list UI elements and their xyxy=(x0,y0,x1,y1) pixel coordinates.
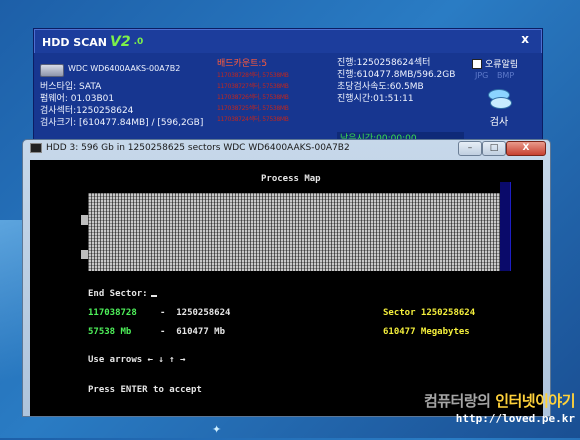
console-window: HDD 3: 596 Gb in 1250258625 sectors WDC … xyxy=(22,139,551,417)
end-sector-value: - 1250258624 xyxy=(160,308,231,318)
info-line: 펌웨어: 01.03B01 xyxy=(40,94,115,104)
hdd-scan-body: WDC WD6400AAKS-00A7B2 버스타입: SATA 펌웨어: 01… xyxy=(34,53,542,146)
close-button[interactable]: X xyxy=(506,141,546,156)
watermark-highlight: 인터넷이야기 xyxy=(495,392,575,410)
drive-info: 버스타입: SATA 펌웨어: 01.03B01 검사섹터:1250258624… xyxy=(40,81,203,129)
hdd-scan-window: HDD SCAN V2.0 x WDC WD6400AAKS-00A7B2 버스… xyxy=(33,28,543,146)
scan-button-label: 검사 xyxy=(489,117,509,128)
console-title: HDD 3: 596 Gb in 1250258625 sectors WDC … xyxy=(46,143,350,153)
progress-line: 초당검사속도:60.5MB xyxy=(337,82,424,92)
console-screen[interactable]: Process Map End Sector: 117038728 - 1250… xyxy=(30,160,543,416)
bad-sector-row: 117038724섹터, 57538MB xyxy=(217,116,289,123)
watermark-name: 컴퓨터랑의 xyxy=(423,392,496,410)
format-options: JPG BMP xyxy=(475,71,514,80)
info-line: 검사크기: [610477.84MB] / [596,2GB] xyxy=(40,118,204,128)
process-map-edge xyxy=(500,182,511,271)
drive-model: WDC WD6400AAKS-00A7B2 xyxy=(68,64,181,73)
start-sector-value: 117038728 xyxy=(88,308,137,318)
progress-line: 진행:610477.8MB/596.2GB xyxy=(337,70,456,80)
hdd-scan-title: HDD SCAN xyxy=(42,35,108,49)
bad-sector-row: 117038726섹터, 57538MB xyxy=(217,94,289,101)
version-sub: .0 xyxy=(133,37,144,47)
watermark-url: http://loved.pe.kr xyxy=(455,412,575,425)
console-title-bar: HDD 3: 596 Gb in 1250258625 sectors WDC … xyxy=(30,143,350,153)
enter-hint: Press ENTER to accept xyxy=(88,385,202,395)
version-main: V2 xyxy=(110,34,131,50)
end-mb-value: - 610477 Mb xyxy=(160,327,226,337)
progress-line: 진행:1250258624섹터 xyxy=(337,58,431,68)
disk-scan-icon xyxy=(486,87,512,111)
map-block xyxy=(81,215,88,225)
sector-total: Sector 1250258624 xyxy=(383,308,476,318)
progress-info: 진행:1250258624섹터 진행:610477.8MB/596.2GB 초당… xyxy=(337,57,455,105)
arrows-hint: Use arrows ← ↓ ↑ → xyxy=(88,355,186,365)
bad-sector-row: 117038727섹터, 57538MB xyxy=(217,83,289,90)
end-sector-label: End Sector: xyxy=(88,289,148,299)
map-block xyxy=(81,250,88,259)
start-mb-value: 57538 Mb xyxy=(88,327,132,337)
bad-sector-row: 117038725섹터, 57538MB xyxy=(217,105,289,112)
process-map-grid xyxy=(88,193,500,271)
process-map-title: Process Map xyxy=(261,174,321,184)
desktop-sparkle: ✦ xyxy=(212,423,222,436)
checkbox-box[interactable] xyxy=(472,58,482,69)
text-cursor xyxy=(150,295,157,297)
bad-sector-list: 배드카운트:5 117038728섹터, 57538MB 117038727섹터… xyxy=(217,58,289,125)
hdd-scan-title-bar: HDD SCAN V2.0 xyxy=(42,33,143,51)
watermark: 컴퓨터랑의 인터넷이야기 http://loved.pe.kr xyxy=(380,390,576,425)
bad-sector-row: 117038728섹터, 57538MB xyxy=(217,72,289,79)
minimize-button[interactable]: – xyxy=(458,141,482,156)
format-bmp[interactable]: BMP xyxy=(497,71,514,80)
hdd-scan-close-button[interactable]: x xyxy=(521,32,529,46)
format-jpg[interactable]: JPG xyxy=(475,71,488,80)
hard-disk-icon xyxy=(40,64,64,77)
end-sector-prompt: End Sector: xyxy=(88,289,157,299)
info-line: 검사섹터:1250258624 xyxy=(40,106,134,116)
watermark-title: 컴퓨터랑의 인터넷이야기 xyxy=(380,390,576,411)
info-line: 버스타입: SATA xyxy=(40,82,102,92)
console-icon xyxy=(30,143,42,153)
error-alert-label: 오류알림 xyxy=(485,60,519,70)
progress-line: 진행시간:01:51:11 xyxy=(337,94,414,104)
megabytes-total: 610477 Megabytes xyxy=(383,327,470,337)
maximize-button[interactable]: □ xyxy=(482,141,506,156)
bad-count-label: 배드카운트:5 xyxy=(217,59,268,69)
error-alert-checkbox[interactable]: 오류알림 xyxy=(472,57,518,70)
scan-button[interactable]: 검사 xyxy=(482,87,516,131)
